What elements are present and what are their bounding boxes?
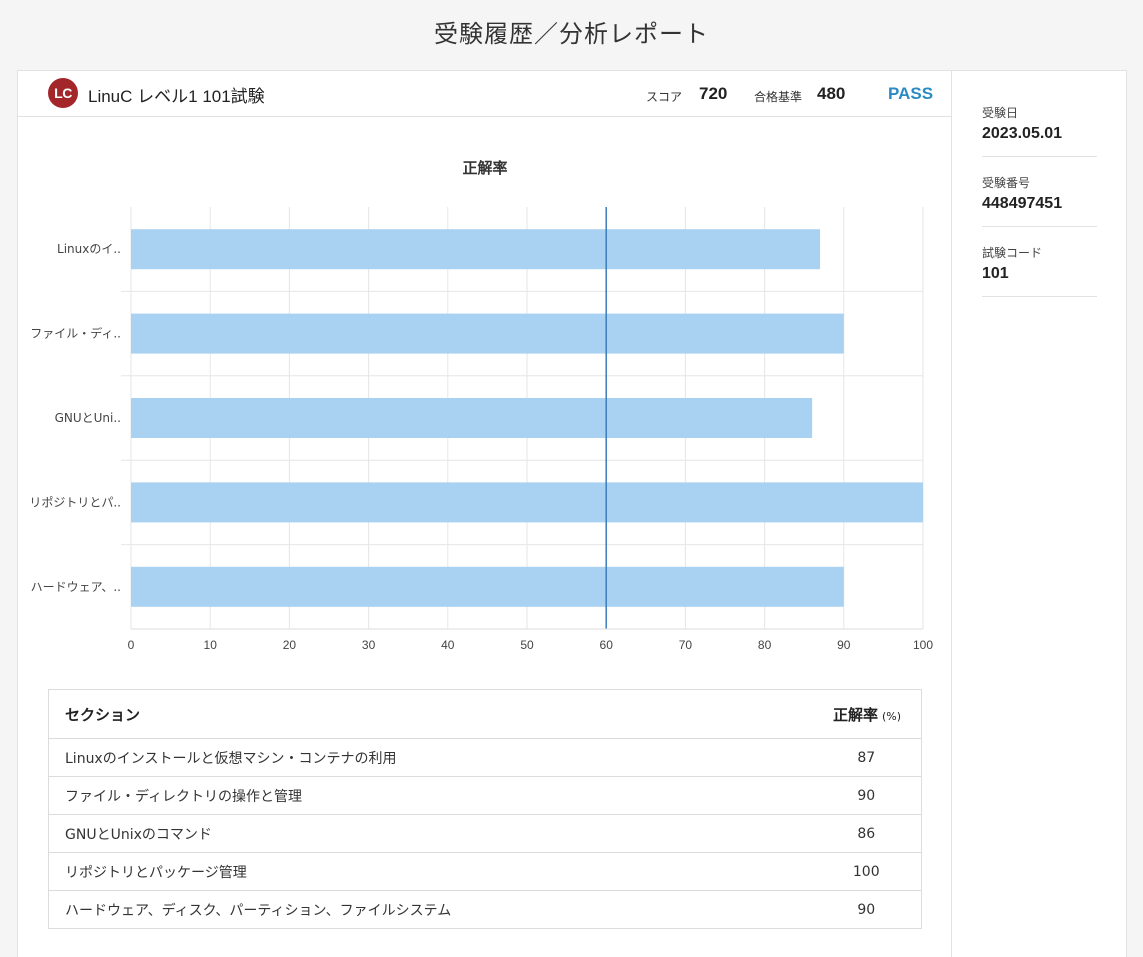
category-label: リポジトリとパ..: [29, 495, 121, 509]
section-cell: Linuxのインストールと仮想マシン・コンテナの利用: [48, 738, 812, 777]
passing-score-label: 合格基準: [754, 90, 803, 104]
x-tick-label: 70: [679, 638, 693, 652]
bar: [131, 566, 844, 607]
exam-date-item: 受験日 2023.05.01: [982, 104, 1097, 157]
exam-number-value: 448497451: [982, 195, 1063, 212]
x-tick-label: 100: [913, 638, 933, 652]
rate-cell: 87: [811, 738, 922, 777]
x-tick-label: 30: [362, 638, 376, 652]
section-table: セクション 正解率 (%) Linuxのインストールと仮想マシン・コンテナの利用 8…: [48, 689, 922, 929]
table-row: GNUとUnixのコマンド 86: [48, 814, 922, 853]
x-tick-label: 60: [600, 638, 614, 652]
category-label: GNUとUni..: [55, 411, 121, 425]
report-card: LC LinuC レベル1 101試験 スコア 720 合格基準 480 PAS…: [17, 70, 1127, 957]
x-tick-label: 0: [128, 638, 135, 652]
x-tick-label: 80: [758, 638, 772, 652]
score-value: 720: [699, 84, 728, 103]
exam-info-sidebar: 受験日 2023.05.01 受験番号 448497451 試験コード 101: [952, 71, 1127, 957]
bar: [131, 482, 923, 523]
table-row: ファイル・ディレクトリの操作と管理 90: [48, 776, 922, 815]
section-cell: ハードウェア、ディスク、パーティション、ファイルシステム: [48, 890, 812, 929]
category-label: ハードウェア、..: [31, 580, 121, 594]
exam-date-label: 受験日: [982, 106, 1019, 120]
report-main: LC LinuC レベル1 101試験 スコア 720 合格基準 480 PAS…: [18, 71, 952, 957]
rate-column-header: 正解率 (%): [811, 689, 922, 739]
exam-header: LC LinuC レベル1 101試験 スコア 720 合格基準 480 PAS…: [18, 71, 952, 117]
table-row: ハードウェア、ディスク、パーティション、ファイルシステム 90: [48, 890, 922, 929]
exam-code-value: 101: [982, 265, 1009, 282]
exam-date-value: 2023.05.01: [982, 125, 1063, 142]
table-header-row: セクション 正解率 (%): [48, 689, 922, 739]
score-label: スコア: [646, 90, 683, 104]
rate-cell: 100: [811, 852, 922, 891]
bar: [131, 313, 844, 354]
table-row: Linuxのインストールと仮想マシン・コンテナの利用 87: [48, 738, 922, 777]
passing-score-value: 480: [817, 84, 846, 103]
linuc-logo: LC: [48, 78, 78, 108]
chart-title: 正解率: [462, 159, 508, 177]
table-row: リポジトリとパッケージ管理 100: [48, 852, 922, 891]
rate-cell: 90: [811, 776, 922, 815]
section-column-header: セクション: [48, 689, 812, 739]
exam-code-item: 試験コード 101: [982, 244, 1097, 297]
x-tick-label: 40: [441, 638, 455, 652]
category-label: Linuxのイ..: [57, 242, 121, 256]
page-title: 受験履歴／分析レポート: [434, 20, 709, 48]
accuracy-bar-chart: Linuxのイ.. ファイル・ディ.. GNUとUni.. リポジトリとパ.. ハードウ…: [29, 207, 933, 652]
bar: [131, 398, 813, 438]
section-cell: ファイル・ディレクトリの操作と管理: [48, 776, 812, 815]
section-cell: リポジトリとパッケージ管理: [48, 852, 812, 891]
x-tick-label: 10: [204, 638, 218, 652]
section-cell: GNUとUnixのコマンド: [48, 814, 812, 853]
rate-cell: 90: [811, 890, 922, 929]
exam-code-label: 試験コード: [982, 246, 1043, 260]
bar: [131, 229, 821, 270]
x-tick-label: 90: [837, 638, 851, 652]
exam-number-label: 受験番号: [982, 176, 1031, 190]
category-label: ファイル・ディ..: [30, 326, 121, 341]
exam-number-item: 受験番号 448497451: [982, 174, 1097, 227]
exam-name: LinuC レベル1 101試験: [88, 87, 265, 106]
rate-cell: 86: [811, 814, 922, 853]
result-badge: PASS: [888, 84, 934, 103]
x-tick-label: 20: [283, 638, 297, 652]
x-tick-label: 50: [520, 638, 534, 652]
